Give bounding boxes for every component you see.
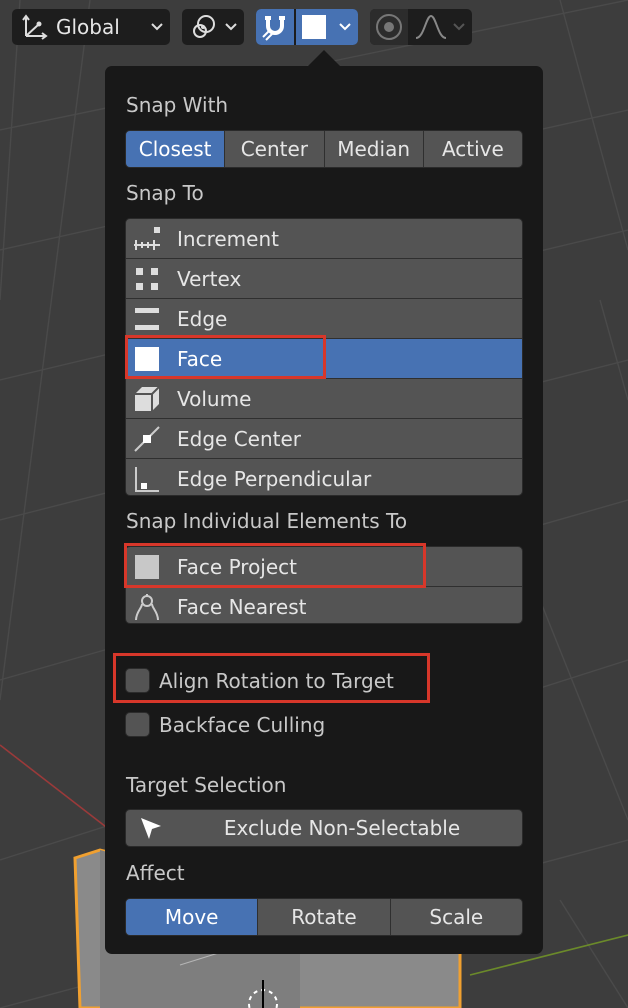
snap-to-volume[interactable]: Volume	[126, 378, 522, 418]
chevron-down-icon	[224, 22, 238, 32]
face-nearest-label: Face Nearest	[177, 594, 307, 619]
edge-center-icon	[132, 424, 162, 454]
backface-culling-checkbox[interactable]: Backface Culling	[125, 712, 325, 737]
target-selection-title: Target Selection	[126, 773, 287, 797]
popup-arrow	[307, 50, 341, 67]
snap-with-selector: Closest Center Median Active	[125, 130, 523, 168]
affect-selector: Move Rotate Scale	[125, 898, 523, 936]
snap-individual-face-project[interactable]: Face Project	[126, 547, 522, 586]
transform-orientation-dropdown[interactable]: Global	[12, 9, 170, 45]
orientation-axes-icon	[20, 12, 50, 42]
pivot-point-icon	[189, 12, 219, 42]
snap-to-edge-perpendicular-label: Edge Perpendicular	[177, 466, 372, 491]
snap-to-list: Increment Vertex Edge Face Volume Edge C…	[125, 218, 523, 496]
snap-with-closest[interactable]: Closest	[126, 131, 226, 167]
volume-icon	[132, 384, 162, 414]
exclude-non-selectable-label: Exclude Non-Selectable	[223, 816, 461, 840]
snap-to-edge-center[interactable]: Edge Center	[126, 418, 522, 458]
affect-rotate[interactable]: Rotate	[258, 899, 391, 935]
proportional-editing-toggle[interactable]	[370, 9, 408, 45]
affect-scale[interactable]: Scale	[391, 899, 522, 935]
snap-to-increment[interactable]: Increment	[126, 219, 522, 258]
orientation-label: Global	[56, 15, 120, 39]
affect-title: Affect	[126, 861, 185, 885]
snap-with-center[interactable]: Center	[225, 131, 325, 167]
snap-individual-title: Snap Individual Elements To	[126, 509, 408, 533]
falloff-curve-icon	[414, 12, 448, 42]
vertex-icon	[132, 264, 162, 294]
snap-individual-list: Face Project Face Nearest	[125, 546, 523, 624]
snap-toggle-group	[256, 9, 358, 45]
snap-to-vertex[interactable]: Vertex	[126, 258, 522, 298]
align-rotation-box[interactable]	[125, 668, 150, 693]
snap-with-active[interactable]: Active	[424, 131, 522, 167]
align-rotation-label: Align Rotation to Target	[159, 668, 394, 693]
snap-to-face-label: Face	[177, 346, 223, 371]
face-project-label: Face Project	[177, 554, 298, 579]
align-rotation-checkbox[interactable]: Align Rotation to Target	[125, 668, 394, 693]
snap-to-edge-label: Edge	[177, 306, 228, 331]
snap-toggle-button[interactable]	[256, 9, 294, 45]
snap-to-face[interactable]: Face	[126, 338, 522, 378]
pivot-point-dropdown[interactable]	[182, 9, 244, 45]
exclude-non-selectable-button[interactable]: Exclude Non-Selectable	[125, 809, 523, 847]
snap-to-edge[interactable]: Edge	[126, 298, 522, 338]
edge-icon	[132, 304, 162, 334]
magnet-icon	[260, 12, 290, 42]
affect-move[interactable]: Move	[126, 899, 259, 935]
snap-to-edge-center-label: Edge Center	[177, 426, 302, 451]
proportional-editing-icon	[374, 12, 404, 42]
increment-icon	[132, 224, 162, 254]
snap-to-vertex-label: Vertex	[177, 266, 242, 291]
chevron-down-icon	[150, 22, 164, 32]
face-icon	[132, 344, 162, 374]
snap-to-increment-label: Increment	[177, 226, 279, 251]
proportional-editing-group	[370, 9, 472, 45]
snap-to-volume-label: Volume	[177, 386, 252, 411]
face-nearest-icon	[132, 592, 162, 622]
face-project-icon	[132, 552, 162, 582]
backface-culling-label: Backface Culling	[159, 712, 326, 737]
snap-individual-face-nearest[interactable]: Face Nearest	[126, 586, 522, 623]
snap-to-edge-perpendicular[interactable]: Edge Perpendicular	[126, 458, 522, 495]
snap-target-dropdown[interactable]	[296, 9, 358, 45]
chevron-down-icon	[452, 22, 466, 32]
chevron-down-icon	[338, 22, 352, 32]
face-icon	[302, 15, 326, 39]
falloff-dropdown[interactable]	[410, 9, 472, 45]
snap-to-title: Snap To	[126, 181, 204, 205]
snapping-popover: Snap With Closest Center Median Active S…	[105, 66, 543, 954]
snap-with-median[interactable]: Median	[325, 131, 424, 167]
snap-with-title: Snap With	[126, 93, 229, 117]
backface-culling-box[interactable]	[125, 712, 150, 737]
edge-perpendicular-icon	[132, 464, 162, 494]
